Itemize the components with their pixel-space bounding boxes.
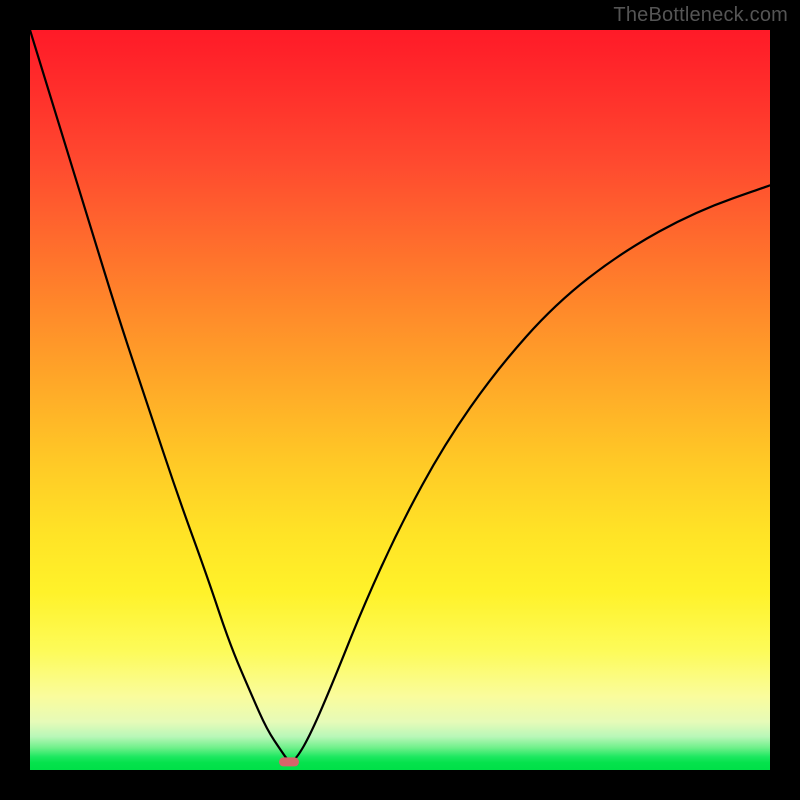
plot-area xyxy=(30,30,770,770)
chart-frame: TheBottleneck.com xyxy=(0,0,800,800)
curve-path xyxy=(30,30,770,761)
min-marker xyxy=(279,757,299,766)
watermark-text: TheBottleneck.com xyxy=(613,4,788,27)
bottleneck-curve xyxy=(30,30,770,770)
